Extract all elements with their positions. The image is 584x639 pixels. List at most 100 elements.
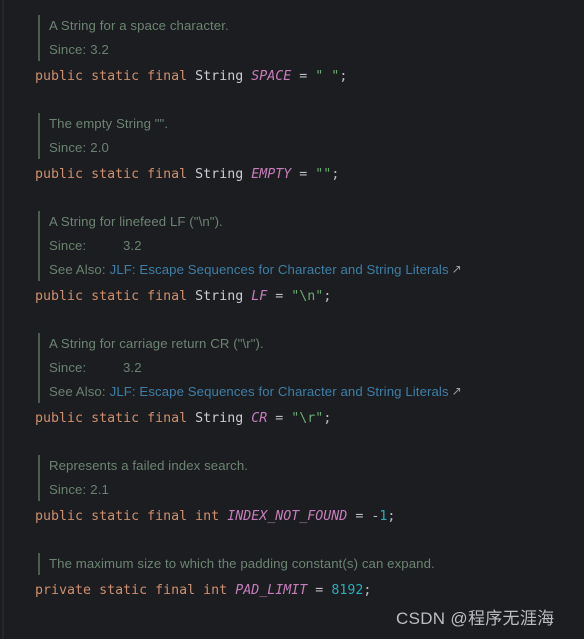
code-token-cnst: EMPTY: [251, 167, 292, 182]
doc-summary: A String for linefeed LF ("\n").: [49, 214, 223, 229]
block-gap: [0, 530, 584, 550]
doc-summary: Represents a failed index search.: [49, 458, 249, 473]
code-token-cnst: SPACE: [251, 69, 292, 84]
code-token-op: ;: [339, 69, 348, 84]
code-token-kw: static: [91, 411, 140, 426]
code-token-str: " ": [315, 69, 340, 84]
code-token-kw: static: [91, 509, 140, 524]
code-token-cnst: INDEX_NOT_FOUND: [227, 509, 348, 524]
code-token-op: [83, 289, 91, 304]
code-line[interactable]: public static final String LF = "\n";: [35, 284, 584, 310]
code-token-op: [187, 167, 195, 182]
code-token-cnst: LF: [251, 289, 268, 304]
doc-comment-block[interactable]: A String for carriage return CR ("\r"). S…: [38, 330, 584, 406]
code-line[interactable]: public static final String SPACE = " ";: [35, 64, 584, 90]
code-token-op: [83, 509, 91, 524]
block-gap: [0, 188, 584, 208]
doc-tag-label: See Also:: [49, 262, 106, 277]
code-token-num: 8192: [331, 583, 364, 598]
code-token-kw: int: [203, 583, 228, 598]
code-token-kw: final: [147, 167, 188, 182]
code-token-op: ;: [323, 289, 332, 304]
code-token-op: [187, 69, 195, 84]
code-token-str: "": [315, 167, 332, 182]
code-token-op: [139, 69, 147, 84]
code-token-op: =: [267, 289, 292, 304]
code-token-op: [91, 583, 99, 598]
code-token-kw: private: [35, 583, 92, 598]
code-token-type: String: [195, 69, 244, 84]
code-token-kw: public: [35, 69, 84, 84]
code-token-str: "\n": [291, 289, 324, 304]
doc-tag-value: 3.2: [123, 360, 142, 375]
doc-tag-row: Since: 3.2: [49, 234, 584, 258]
doc-comment-block[interactable]: The empty String "". Since: 2.0: [38, 110, 584, 162]
code-token-op: [187, 411, 195, 426]
editor-content[interactable]: A String for a space character. Since: 3.2…: [0, 0, 584, 639]
doc-summary: The empty String "".: [49, 116, 169, 131]
code-token-kw: public: [35, 411, 84, 426]
code-token-kw: public: [35, 509, 84, 524]
doc-tag-label: Since:: [49, 140, 87, 155]
code-token-kw: static: [99, 583, 148, 598]
code-token-op: [83, 411, 91, 426]
doc-summary: A String for a space character.: [49, 18, 229, 33]
doc-tag-value: 2.1: [90, 482, 109, 497]
code-editor[interactable]: A String for a space character. Since: 3.2…: [0, 0, 584, 639]
doc-summary: The maximum size to which the padding co…: [49, 556, 435, 571]
code-token-op: [139, 411, 147, 426]
doc-tag-row: See Also: JLF: Escape Sequences for Chara…: [49, 380, 584, 404]
doc-comment-block[interactable]: A String for a space character. Since: 3.2: [38, 12, 584, 64]
code-token-op: =: [347, 509, 372, 524]
code-token-kw: public: [35, 167, 84, 182]
doc-tag-label: Since:: [49, 238, 87, 253]
code-line[interactable]: public static final int INDEX_NOT_FOUND …: [35, 504, 584, 530]
code-token-kw: static: [91, 167, 140, 182]
code-token-op: ;: [363, 583, 372, 598]
doc-tag-row: Since: 3.2: [49, 356, 584, 380]
code-token-op: [187, 289, 195, 304]
code-token-op: =: [291, 167, 316, 182]
code-token-type: String: [195, 167, 244, 182]
doc-tag-row: Since: 2.0: [49, 136, 584, 160]
code-token-op: ;: [331, 167, 340, 182]
code-token-op: =: [291, 69, 316, 84]
doc-tag-label: Since:: [49, 42, 87, 57]
doc-see-also-link[interactable]: JLF: Escape Sequences for Character and …: [106, 380, 449, 404]
doc-comment-block[interactable]: A String for linefeed LF ("\n"). Since: 3.…: [38, 208, 584, 284]
code-token-kw: final: [155, 583, 196, 598]
code-line[interactable]: public static final String EMPTY = "";: [35, 162, 584, 188]
doc-tag-row: Since: 3.2: [49, 38, 584, 62]
code-token-op: [139, 167, 147, 182]
doc-comment-block[interactable]: Represents a failed index search. Since: 2…: [38, 452, 584, 504]
code-token-op: [187, 509, 195, 524]
code-line[interactable]: private static final int PAD_LIMIT = 819…: [35, 578, 584, 604]
code-token-kw: static: [91, 69, 140, 84]
code-token-kw: final: [147, 69, 188, 84]
doc-tag-value: 3.2: [90, 42, 109, 57]
external-link-icon[interactable]: ↗: [449, 379, 462, 403]
code-token-kw: final: [147, 289, 188, 304]
external-link-icon[interactable]: ↗: [449, 257, 462, 281]
code-line[interactable]: public static final String CR = "\r";: [35, 406, 584, 432]
watermark: CSDN @程序无涯海: [396, 609, 555, 628]
doc-tag-label: Since:: [49, 360, 87, 375]
code-token-kw: static: [91, 289, 140, 304]
code-token-cnst: PAD_LIMIT: [235, 583, 308, 598]
block-gap: [0, 310, 584, 330]
code-token-kw: final: [147, 411, 188, 426]
code-token-str: "\r": [291, 411, 324, 426]
doc-see-also-link[interactable]: JLF: Escape Sequences for Character and …: [106, 258, 449, 282]
doc-comment-block[interactable]: The maximum size to which the padding co…: [38, 550, 584, 578]
code-token-op: [83, 69, 91, 84]
doc-tag-row: Since: 2.1: [49, 478, 584, 502]
code-token-op: [83, 167, 91, 182]
doc-tag-value: 3.2: [123, 238, 142, 253]
code-token-op: [139, 289, 147, 304]
doc-tag-label: Since:: [49, 482, 87, 497]
code-token-kw: final: [147, 509, 188, 524]
doc-tag-value: 2.0: [90, 140, 109, 155]
block-gap: [0, 90, 584, 110]
doc-tag-row: See Also: JLF: Escape Sequences for Chara…: [49, 258, 584, 282]
code-token-op: [195, 583, 203, 598]
